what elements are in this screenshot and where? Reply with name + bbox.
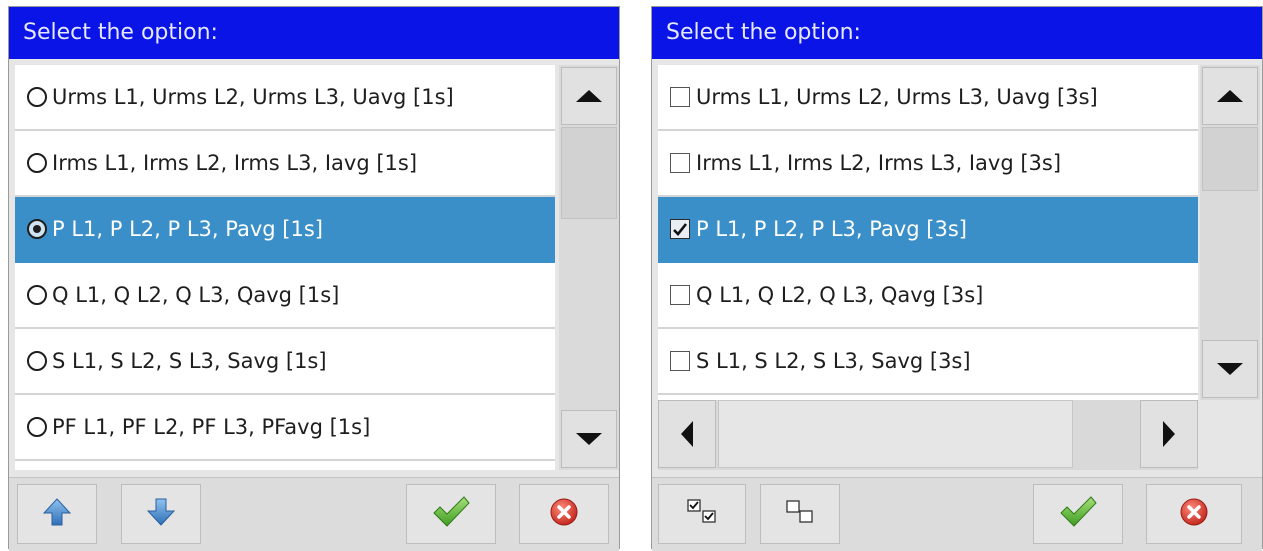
scroll-up-button[interactable]	[561, 67, 617, 125]
select-option-dialog-checkbox: Select the option: Urms L1, Urms L2, Urm…	[651, 6, 1263, 551]
scroll-up-button[interactable]	[1202, 67, 1258, 125]
triangle-left-icon	[681, 421, 693, 447]
radio-button[interactable]	[27, 153, 47, 173]
scroll-down-button[interactable]	[561, 410, 617, 468]
option-label: Q L1, Q L2, Q L3, Qavg [1s]	[52, 283, 340, 307]
triangle-right-icon	[1163, 421, 1175, 447]
list-item[interactable]: S L1, S L2, S L3, Savg [1s]	[15, 329, 555, 395]
dialog-title: Select the option:	[9, 7, 619, 59]
arrow-down-icon	[145, 496, 177, 532]
list-item[interactable]: Q L1, Q L2, Q L3, Qavg [1s]	[15, 263, 555, 329]
option-list: Urms L1, Urms L2, Urms L3, Uavg [3s] Irm…	[658, 65, 1198, 400]
button-bar	[652, 477, 1262, 551]
checkbox[interactable]	[670, 153, 690, 173]
triangle-down-icon	[576, 433, 602, 445]
deselect-all-icon	[783, 497, 817, 531]
button-bar	[9, 477, 619, 551]
radio-button[interactable]	[27, 87, 47, 107]
option-label: Irms L1, Irms L2, Irms L3, Iavg [1s]	[52, 151, 418, 175]
option-label: Q L1, Q L2, Q L3, Qavg [3s]	[696, 283, 984, 307]
deselect-all-button[interactable]	[760, 484, 840, 544]
scrollbar-thumb[interactable]	[718, 400, 1073, 468]
checkbox[interactable]	[670, 219, 690, 239]
cancel-icon	[1179, 497, 1209, 531]
arrow-up-icon	[41, 496, 73, 532]
cancel-icon	[549, 497, 579, 531]
radio-dot	[33, 225, 41, 233]
scrollbar-thumb[interactable]	[1202, 127, 1258, 191]
checkmark-icon	[1058, 495, 1098, 533]
cancel-button[interactable]	[519, 484, 609, 544]
triangle-down-icon	[1217, 363, 1243, 375]
checkmark-icon	[431, 495, 471, 533]
list-item[interactable]: PF L1, PF L2, PF L3, PFavg [1s]	[15, 395, 555, 461]
vertical-scrollbar[interactable]	[559, 65, 619, 470]
checkbox[interactable]	[670, 87, 690, 107]
move-up-button[interactable]	[17, 484, 97, 544]
ok-button[interactable]	[1033, 484, 1123, 544]
scrollbar-thumb[interactable]	[561, 127, 617, 219]
scroll-right-button[interactable]	[1140, 400, 1198, 468]
vertical-scrollbar[interactable]	[1200, 65, 1260, 400]
list-item[interactable]: Irms L1, Irms L2, Irms L3, Iavg [1s]	[15, 131, 555, 197]
radio-button[interactable]	[27, 285, 47, 305]
horizontal-scrollbar[interactable]	[658, 400, 1198, 470]
triangle-up-icon	[1217, 90, 1243, 102]
checkbox[interactable]	[670, 351, 690, 371]
option-label: P L1, P L2, P L3, Pavg [1s]	[52, 217, 323, 241]
list-item[interactable]: Urms L1, Urms L2, Urms L3, Uavg [3s]	[658, 65, 1198, 131]
checkmark-icon	[673, 223, 688, 236]
list-item[interactable]: Q L1, Q L2, Q L3, Qavg [3s]	[658, 263, 1198, 329]
checkbox[interactable]	[670, 285, 690, 305]
ok-button[interactable]	[406, 484, 496, 544]
radio-button[interactable]	[27, 417, 47, 437]
option-list: Urms L1, Urms L2, Urms L3, Uavg [1s] Irm…	[15, 65, 555, 470]
option-label: Irms L1, Irms L2, Irms L3, Iavg [3s]	[696, 151, 1062, 175]
select-all-button[interactable]	[658, 484, 746, 544]
radio-button[interactable]	[27, 351, 47, 371]
option-label: Urms L1, Urms L2, Urms L3, Uavg [3s]	[696, 85, 1098, 109]
scroll-down-button[interactable]	[1202, 340, 1258, 398]
select-option-dialog-radio: Select the option: Urms L1, Urms L2, Urm…	[8, 6, 620, 551]
option-label: PF L1, PF L2, PF L3, PFavg [1s]	[52, 415, 371, 439]
move-down-button[interactable]	[121, 484, 201, 544]
option-label: S L1, S L2, S L3, Savg [1s]	[52, 349, 327, 373]
cancel-button[interactable]	[1146, 484, 1242, 544]
list-item[interactable]: S L1, S L2, S L3, Savg [3s]	[658, 329, 1198, 395]
radio-button[interactable]	[27, 219, 47, 239]
option-label: P L1, P L2, P L3, Pavg [3s]	[696, 217, 967, 241]
list-item[interactable]: P L1, P L2, P L3, Pavg [3s]	[658, 197, 1198, 263]
list-item[interactable]: Irms L1, Irms L2, Irms L3, Iavg [3s]	[658, 131, 1198, 197]
select-all-icon	[685, 497, 719, 531]
list-item[interactable]: P L1, P L2, P L3, Pavg [1s]	[15, 197, 555, 263]
list-item[interactable]: Urms L1, Urms L2, Urms L3, Uavg [1s]	[15, 65, 555, 131]
dialog-title: Select the option:	[652, 7, 1262, 59]
option-label: S L1, S L2, S L3, Savg [3s]	[696, 349, 971, 373]
triangle-up-icon	[576, 90, 602, 102]
option-label: Urms L1, Urms L2, Urms L3, Uavg [1s]	[52, 85, 454, 109]
scroll-left-button[interactable]	[658, 400, 716, 468]
